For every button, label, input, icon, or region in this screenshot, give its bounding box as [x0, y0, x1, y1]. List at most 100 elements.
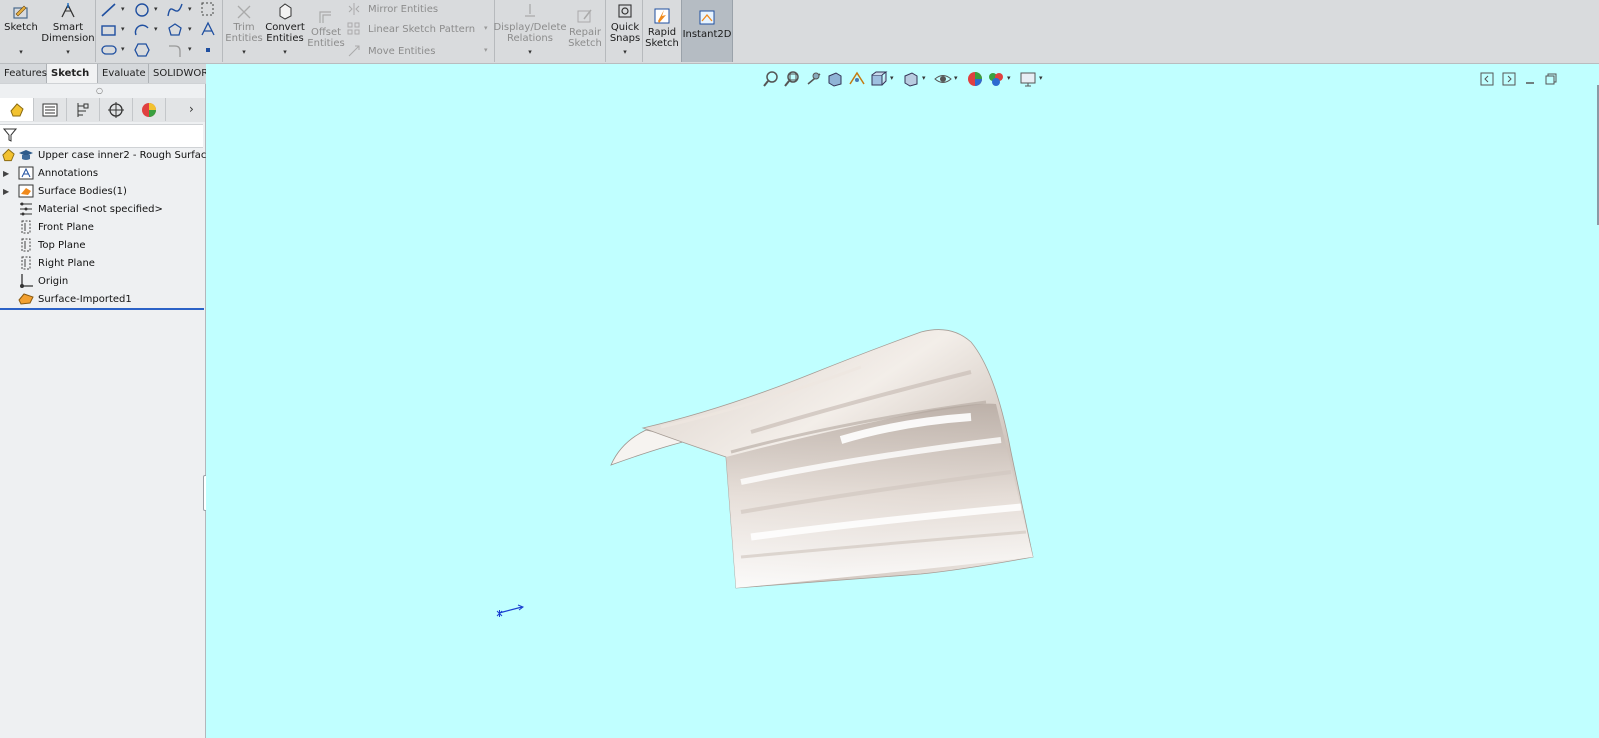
zoom-to-fit-icon[interactable]	[762, 70, 780, 88]
chevron-down-icon[interactable]: ▾	[283, 47, 287, 58]
material-icon	[20, 202, 32, 216]
chevron-down-icon[interactable]: ▾	[154, 25, 158, 33]
trim-entities-button[interactable]: Trim Entities ▾	[224, 0, 264, 62]
point-icon[interactable]	[199, 42, 217, 58]
tab-evaluate[interactable]: Evaluate	[98, 64, 149, 83]
tree-item-surface-imported1[interactable]: Surface-Imported1	[0, 290, 205, 308]
tree-item-right-plane[interactable]: Right Plane	[0, 254, 205, 272]
construction-geometry-icon[interactable]	[199, 1, 217, 17]
tree-item-surface-bodies[interactable]: ▶ Surface Bodies(1)	[0, 182, 205, 200]
tab-configurationmanager[interactable]	[66, 98, 100, 121]
rectangle-icon[interactable]	[100, 22, 118, 38]
sketch-button[interactable]: Sketch ▾	[4, 0, 38, 62]
edit-appearance-icon[interactable]	[966, 70, 984, 88]
fillet-icon[interactable]	[166, 42, 184, 58]
polygon-icon[interactable]	[166, 22, 184, 38]
chevron-down-icon[interactable]: ▾	[1039, 74, 1043, 82]
mirror-icon	[348, 3, 360, 15]
move-entities-button[interactable]: Move Entities	[347, 42, 435, 60]
section-view-icon[interactable]	[826, 70, 844, 88]
rollback-bar[interactable]	[0, 308, 204, 310]
restore-icon[interactable]	[1544, 72, 1558, 86]
tree-item-material[interactable]: Material <not specified>	[0, 200, 205, 218]
arc-icon[interactable]	[133, 22, 151, 38]
hide-show-items-icon[interactable]	[934, 70, 952, 88]
quick-snaps-icon	[618, 4, 632, 18]
dynamic-annotation-icon[interactable]	[848, 70, 866, 88]
tree-root-part[interactable]: Upper case inner2 - Rough Surface (D	[0, 146, 227, 164]
tab-dimxpertmanager[interactable]	[99, 98, 133, 121]
chevron-down-icon[interactable]: ▾	[623, 47, 627, 58]
chevron-down-icon[interactable]: ▾	[188, 5, 192, 13]
instant2d-button[interactable]: Instant2D	[681, 0, 733, 62]
spline-icon[interactable]	[166, 2, 184, 18]
filter-icon[interactable]	[3, 128, 17, 142]
offset-entities-button[interactable]: Offset Entities	[307, 5, 345, 67]
next-viewport-icon[interactable]	[1502, 72, 1516, 86]
plane-icon	[21, 238, 31, 252]
move-icon	[348, 45, 360, 57]
tab-featuremanager[interactable]	[0, 98, 34, 121]
polygon-icon[interactable]	[133, 42, 151, 58]
chevron-right-icon[interactable]: ›	[189, 102, 194, 116]
trim-icon	[237, 5, 251, 19]
apply-scene-icon[interactable]	[987, 70, 1005, 88]
linear-sketch-pattern-button[interactable]: Linear Sketch Pattern	[347, 20, 475, 38]
chevron-down-icon[interactable]: ▾	[242, 47, 246, 58]
previous-viewport-icon[interactable]	[1480, 72, 1494, 86]
surface-model[interactable]	[601, 322, 1051, 602]
tab-sketch[interactable]: Sketch	[47, 64, 98, 83]
chevron-down-icon[interactable]: ▾	[121, 25, 125, 33]
tab-displaymanager[interactable]	[132, 98, 166, 121]
chevron-down-icon[interactable]: ▾	[121, 45, 125, 53]
convert-entities-icon	[279, 3, 292, 20]
panel-grip-icon[interactable]: ○	[96, 86, 103, 95]
chevron-down-icon[interactable]: ▾	[19, 47, 23, 58]
tree-item-origin[interactable]: Origin	[0, 272, 205, 290]
expand-arrow-icon[interactable]: ▶	[3, 187, 9, 196]
feature-manager-panel: ○ › Upper case inner2 - Rough Surface (D…	[0, 84, 227, 738]
zoom-to-area-icon[interactable]	[783, 70, 801, 88]
chevron-down-icon[interactable]: ▾	[890, 74, 894, 82]
separator	[605, 0, 606, 62]
displaymanager-icon	[141, 102, 156, 117]
circle-icon[interactable]	[133, 2, 151, 18]
expand-arrow-icon[interactable]: ▶	[3, 169, 9, 178]
line-icon[interactable]	[100, 2, 118, 18]
chevron-down-icon[interactable]: ▾	[121, 5, 125, 13]
tree-item-top-plane[interactable]: Top Plane	[0, 236, 205, 254]
chevron-down-icon[interactable]: ▾	[484, 46, 488, 54]
mirror-entities-button[interactable]: Mirror Entities	[347, 0, 438, 18]
convert-entities-button[interactable]: Convert Entities ▾	[265, 0, 305, 62]
chevron-down-icon[interactable]: ▾	[66, 47, 70, 58]
text-icon[interactable]	[199, 21, 217, 37]
view-orientation-icon[interactable]	[870, 70, 888, 88]
propertymanager-icon	[42, 103, 57, 116]
chevron-down-icon[interactable]: ▾	[188, 45, 192, 53]
tab-features[interactable]: Features	[0, 64, 47, 83]
tab-propertymanager[interactable]	[33, 98, 67, 121]
previous-view-icon[interactable]	[805, 70, 823, 88]
slot-icon[interactable]	[100, 42, 118, 58]
rapid-sketch-button[interactable]: Rapid Sketch	[644, 5, 680, 67]
chevron-down-icon[interactable]: ▾	[188, 25, 192, 33]
chevron-down-icon[interactable]: ▾	[922, 74, 926, 82]
chevron-down-icon[interactable]: ▾	[954, 74, 958, 82]
quick-snaps-button[interactable]: Quick Snaps ▾	[607, 0, 643, 62]
tree-item-annotations[interactable]: ▶ Annotations	[0, 164, 205, 182]
chevron-down-icon[interactable]: ▾	[154, 5, 158, 13]
chevron-down-icon[interactable]: ▾	[1007, 74, 1011, 82]
display-style-icon[interactable]	[902, 70, 920, 88]
tree-item-front-plane[interactable]: Front Plane	[0, 218, 205, 236]
chevron-down-icon[interactable]: ▾	[528, 47, 532, 58]
view-settings-icon[interactable]	[1019, 70, 1037, 88]
repair-sketch-button[interactable]: Repair Sketch	[567, 5, 603, 67]
display-delete-relations-button[interactable]: Display/Delete Relations ▾	[493, 0, 567, 62]
smart-dimension-button[interactable]: Smart Dimension ▾	[41, 0, 95, 62]
relations-icon	[525, 4, 535, 17]
tree-filter[interactable]	[0, 124, 203, 148]
smart-dimension-icon	[61, 3, 75, 18]
graphics-area[interactable]: ▾ ▾ ▾ ▾ ▾	[206, 64, 1599, 738]
chevron-down-icon[interactable]: ▾	[484, 24, 488, 32]
minimize-icon[interactable]	[1523, 72, 1537, 86]
